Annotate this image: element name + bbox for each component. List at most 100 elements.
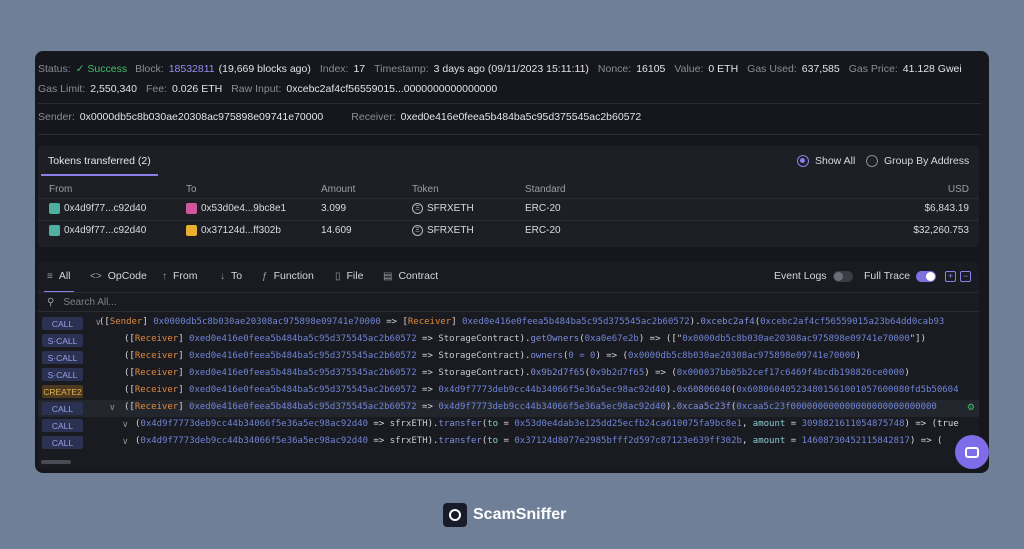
- call-type-badge: CALL: [42, 317, 83, 330]
- gear-icon[interactable]: ⚙: [967, 402, 975, 413]
- tab-label: All: [58, 270, 71, 282]
- chevron-down-icon[interactable]: ∨: [109, 402, 116, 413]
- trace-call-text: (0x4d9f7773deb9cc44b34066f5e36a5ec98ac92…: [135, 436, 942, 446]
- search-input[interactable]: Search All...: [63, 297, 116, 308]
- trace-token: ([: [99, 317, 110, 327]
- trace-row[interactable]: S·CALL ([Receiver] 0xed0e416e0feea5b484ba…: [38, 349, 979, 366]
- trace-call-text: ([Receiver] 0xed0e416e0feea5b484ba5c95d3…: [124, 334, 926, 344]
- tab-contract[interactable]: ▤ Contract: [383, 268, 438, 284]
- trace-token: 0x9b2d7f65: [590, 368, 645, 378]
- chevron-down-icon[interactable]: ∨: [122, 436, 129, 447]
- trace-token: 3098821611054875748: [801, 419, 905, 429]
- trace-token: ) => (: [595, 351, 628, 361]
- fee-label: Fee:: [145, 83, 167, 95]
- trace-token: 0 = 0: [568, 351, 596, 361]
- trace-token: 0x0000db5c8b030ae20308ac975898e09741e700…: [682, 334, 910, 344]
- avatar-icon: [186, 225, 197, 236]
- show-all-radio[interactable]: Show All: [797, 155, 855, 167]
- meta-row-3: Sender: 0x0000db5c8b030ae20308ac975898e0…: [38, 109, 650, 125]
- chat-button[interactable]: [955, 435, 989, 469]
- tab-file[interactable]: ▯ File: [335, 268, 363, 284]
- trace-row[interactable]: CALL ∨ ([Receiver] 0xed0e416e0feea5b484ba5…: [38, 400, 979, 417]
- chevron-down-icon[interactable]: ∨: [122, 419, 129, 430]
- raw-input-value[interactable]: 0xcebc2af4cf56559015...0000000000000000: [286, 83, 497, 95]
- trace-row[interactable]: CALL ∨ (0x4d9f7773deb9cc44b34066f5e36a5ec9…: [38, 417, 979, 434]
- gas-used-value: 637,585: [801, 63, 840, 75]
- expand-all-icon[interactable]: +: [945, 271, 956, 282]
- scamsniffer-logo-icon: [443, 503, 467, 527]
- sender-address[interactable]: 0x0000db5c8b030ae20308ac975898e09741e700…: [80, 111, 324, 123]
- trace-call-text: (0x4d9f7773deb9cc44b34066f5e36a5ec98ac92…: [135, 419, 959, 429]
- horizontal-scrollbar[interactable]: [41, 460, 71, 464]
- trace-token: => [: [380, 317, 408, 327]
- trace-token: getOwners: [530, 334, 580, 344]
- full-trace-toggle[interactable]: Full Trace: [864, 268, 937, 284]
- trace-row[interactable]: CREATE2 ([Receiver] 0xed0e416e0feea5b484b…: [38, 383, 979, 400]
- trace-token: ,: [741, 436, 753, 446]
- nonce-value: 16105: [636, 63, 666, 75]
- trace-token: ]: [142, 317, 154, 327]
- from-cell[interactable]: 0x4d9f77...c92d40: [49, 203, 146, 214]
- call-type-badge: CALL: [42, 436, 83, 449]
- tab-opcode[interactable]: <> OpCode: [90, 268, 147, 284]
- token-cell[interactable]: Ξ SFRXETH: [412, 203, 474, 214]
- receiver-address[interactable]: 0xed0e416e0feea5b484ba5c95d375545ac2b605…: [401, 111, 642, 123]
- index-value: 17: [353, 63, 366, 75]
- trace-token: Receiver: [134, 402, 179, 412]
- tab-label: Contract: [398, 270, 439, 282]
- token-name: SFRXETH: [427, 203, 474, 214]
- tab-to[interactable]: ↓ To: [220, 268, 242, 284]
- trace-token: ) => (: [644, 368, 677, 378]
- trace-token: ]: [178, 368, 190, 378]
- tab-tokens-transferred[interactable]: Tokens transferred (2): [41, 148, 158, 176]
- trace-row[interactable]: CALL ∨ (0x4d9f7773deb9cc44b34066f5e36a5ec9…: [38, 434, 979, 451]
- trace-token: ) => (true: [904, 419, 959, 429]
- timestamp-value: 3 days ago (09/11/2023 15:11:11): [433, 63, 589, 75]
- usd-cell: $32,260.753: [913, 225, 969, 236]
- table-row: 0x4d9f77...c92d40 0x37124d...ff302b 14.6…: [38, 220, 979, 240]
- token-cell[interactable]: Ξ SFRXETH: [412, 225, 474, 236]
- to-cell[interactable]: 0x53d0e4...9bc8e1: [186, 203, 286, 214]
- trace-token: 0xed0e416e0feea5b484ba5c95d375545ac2b605…: [189, 351, 417, 361]
- trace-token: =: [498, 436, 515, 446]
- trace-token: 0x0000db5c8b030ae20308ac975898e09741e700…: [627, 351, 856, 361]
- call-type-badge: CREATE2: [42, 385, 83, 398]
- call-type-badge: CALL: [42, 419, 83, 432]
- tab-all[interactable]: ≡ All: [44, 268, 73, 293]
- full-trace-label: Full Trace: [864, 270, 911, 282]
- trace-token: sfrxETH: [389, 436, 428, 446]
- event-logs-toggle[interactable]: Event Logs: [774, 268, 853, 284]
- trace-token: sfrxETH: [389, 419, 428, 429]
- trace-token: ([: [124, 402, 135, 412]
- trace-row[interactable]: S·CALL ([Receiver] 0xed0e416e0feea5b484ba…: [38, 366, 979, 383]
- trace-token: ([: [124, 368, 135, 378]
- trace-token: ]: [178, 385, 190, 395]
- group-by-address-radio[interactable]: Group By Address: [866, 155, 969, 167]
- tab-function[interactable]: ƒ Function: [262, 268, 314, 284]
- col-from: From: [49, 184, 73, 195]
- block-link[interactable]: 18532811: [169, 63, 215, 75]
- collapse-all-icon[interactable]: −: [960, 271, 971, 282]
- standard-cell: ERC-20: [525, 225, 561, 236]
- to-cell[interactable]: 0x37124d...ff302b: [186, 225, 281, 236]
- trace-token: 0x4d9f7773deb9cc44b34066f5e36a5ec98ac92d…: [438, 385, 666, 395]
- trace-row[interactable]: S·CALL ([Receiver] 0xed0e416e0feea5b484ba…: [38, 332, 979, 349]
- trace-token: 0x0000db5c8b030ae20308ac975898e09741e700…: [153, 317, 381, 327]
- sfrxeth-token-icon: Ξ: [412, 225, 423, 236]
- search-bar[interactable]: ⚲ Search All...: [38, 292, 979, 312]
- trace-token: Receiver: [134, 351, 179, 361]
- gas-limit-value: 2,550,340: [90, 83, 137, 95]
- trace-token: 0x4d9f7773deb9cc44b34066f5e36a5ec98ac92d…: [140, 419, 368, 429]
- trace-token: 0x608060405234801561001057600080fd5b5060…: [736, 385, 959, 395]
- call-type-badge: S·CALL: [42, 334, 83, 347]
- trace-token: 0x000037bb05b2cef17c6469f4bcdb198826ce00…: [676, 368, 905, 378]
- from-cell[interactable]: 0x4d9f77...c92d40: [49, 225, 146, 236]
- trace-token: =>: [416, 385, 439, 395]
- trace-token: 14608730452115842817: [801, 436, 910, 446]
- trace-row[interactable]: CALL ∨ ([Sender] 0x0000db5c8b030ae20308ac9…: [38, 315, 979, 332]
- tab-from[interactable]: ↑ From: [162, 268, 198, 284]
- arrow-up-icon: ↑: [162, 270, 167, 282]
- brand-logo: ScamSniffer: [443, 503, 566, 527]
- radio-checked-icon: [797, 155, 809, 167]
- contract-icon: ▤: [383, 270, 393, 282]
